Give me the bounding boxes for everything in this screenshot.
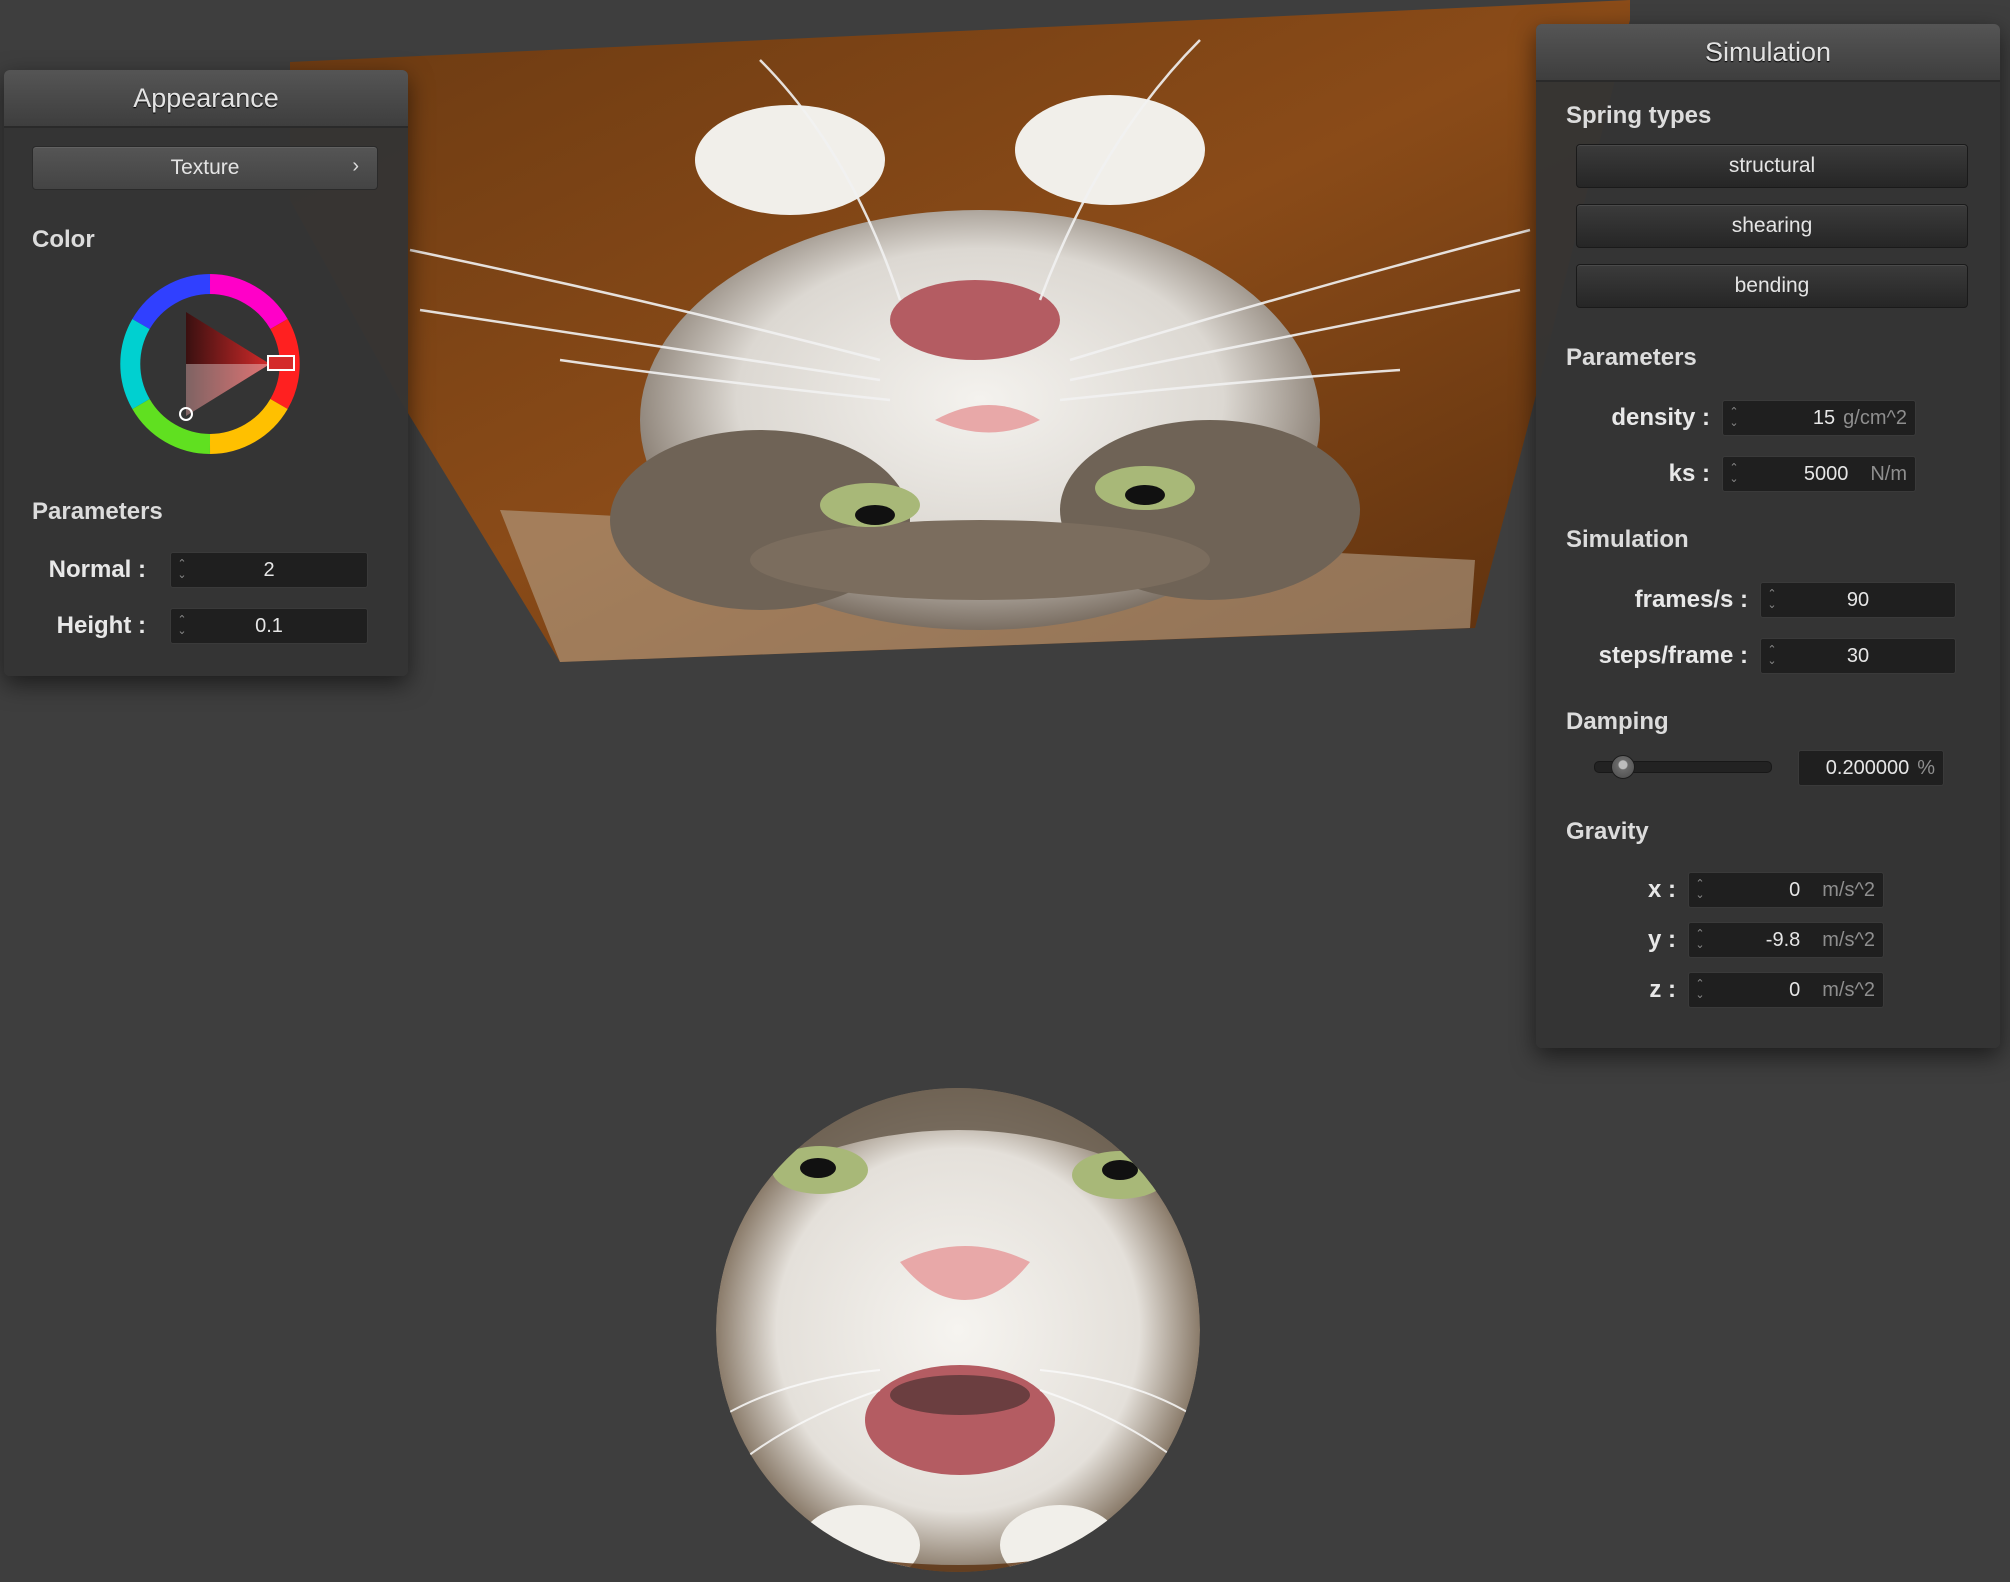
spinner-arrows-icon[interactable]: ⌃ ⌄ xyxy=(1761,583,1783,617)
gravity-x-unit: m/s^2 xyxy=(1822,878,1875,901)
color-wheel[interactable] xyxy=(110,264,310,464)
density-value: 15 xyxy=(1812,406,1836,429)
gravity-x-input[interactable]: ⌃ ⌄ 0 m/s^2 xyxy=(1688,872,1884,908)
texture-button[interactable]: Texture › xyxy=(32,146,378,190)
shearing-button[interactable]: shearing xyxy=(1576,204,1968,248)
gravity-label: Gravity xyxy=(1566,818,1649,845)
gravity-x-value: 0 xyxy=(1789,878,1801,901)
steps-per-frame-input[interactable]: ⌃ ⌄ 30 xyxy=(1760,638,1956,674)
ks-label: ks : xyxy=(1668,460,1710,487)
sim-parameters-label: Parameters xyxy=(1566,344,1697,371)
simulation-panel: Simulation Spring types structural shear… xyxy=(1536,24,2000,1048)
damping-input[interactable]: 0.200000 % xyxy=(1798,750,1944,786)
density-input[interactable]: ⌃ ⌄ 15 g/cm^2 xyxy=(1722,400,1916,436)
simulation-section-label: Simulation xyxy=(1566,526,1689,553)
steps-per-frame-label: steps/frame : xyxy=(1598,642,1748,669)
appearance-panel-title: Appearance xyxy=(4,70,408,128)
gravity-y-label: y : xyxy=(1647,926,1676,953)
normal-input[interactable]: ⌃ ⌄ 2 xyxy=(170,552,368,588)
frames-per-second-input[interactable]: ⌃ ⌄ 90 xyxy=(1760,582,1956,618)
bending-button-label: bending xyxy=(1734,274,1810,297)
ks-value: 5000 xyxy=(1803,462,1849,485)
damping-slider-handle[interactable] xyxy=(1611,755,1636,779)
frames-per-second-label: frames/s : xyxy=(1634,586,1748,613)
hue-selector-handle xyxy=(267,355,295,371)
height-input[interactable]: ⌃ ⌄ 0.1 xyxy=(170,608,368,644)
ks-unit: N/m xyxy=(1870,462,1907,485)
gravity-z-input[interactable]: ⌃ ⌄ 0 m/s^2 xyxy=(1688,972,1884,1008)
sphere-collider xyxy=(716,1088,1200,1572)
damping-label: Damping xyxy=(1566,708,1669,735)
3d-viewport[interactable]: Appearance Texture › Color Parameters No… xyxy=(0,0,2010,1582)
gravity-y-value: -9.8 xyxy=(1765,928,1801,951)
bending-button[interactable]: bending xyxy=(1576,264,1968,308)
texture-button-label: Texture xyxy=(170,156,240,179)
density-unit: g/cm^2 xyxy=(1843,406,1907,429)
gravity-z-label: z : xyxy=(1649,976,1676,1003)
spinner-arrows-icon[interactable]: ⌃ ⌄ xyxy=(1723,401,1745,435)
structural-button-label: structural xyxy=(1728,154,1816,177)
appearance-parameters-label: Parameters xyxy=(32,498,163,525)
damping-value: 0.200000 xyxy=(1825,756,1910,779)
structural-button[interactable]: structural xyxy=(1576,144,1968,188)
density-label: density : xyxy=(1611,404,1710,431)
spinner-arrows-icon[interactable]: ⌃ ⌄ xyxy=(1689,873,1711,907)
spinner-arrows-icon[interactable]: ⌃ ⌄ xyxy=(1723,457,1745,491)
spinner-arrows-icon[interactable]: ⌃ ⌄ xyxy=(171,609,193,643)
gravity-y-unit: m/s^2 xyxy=(1822,928,1875,951)
frames-per-second-value: 90 xyxy=(1846,588,1870,611)
spinner-arrows-icon[interactable]: ⌃ ⌄ xyxy=(1689,973,1711,1007)
gravity-z-value: 0 xyxy=(1789,978,1801,1001)
spinner-arrows-icon[interactable]: ⌃ ⌄ xyxy=(1761,639,1783,673)
shearing-button-label: shearing xyxy=(1731,214,1813,237)
gravity-x-label: x : xyxy=(1647,876,1676,903)
ks-input[interactable]: ⌃ ⌄ 5000 N/m xyxy=(1722,456,1916,492)
damping-unit: % xyxy=(1917,756,1935,779)
gravity-y-input[interactable]: ⌃ ⌄ -9.8 m/s^2 xyxy=(1688,922,1884,958)
spinner-arrows-icon[interactable]: ⌃ ⌄ xyxy=(171,553,193,587)
normal-label: Normal : xyxy=(48,556,146,583)
height-value: 0.1 xyxy=(255,614,283,637)
height-label: Height : xyxy=(56,612,146,639)
normal-value: 2 xyxy=(263,558,275,581)
chevron-right-icon: › xyxy=(352,155,359,177)
gravity-z-unit: m/s^2 xyxy=(1822,978,1875,1001)
spring-types-label: Spring types xyxy=(1566,102,1712,129)
simulation-panel-title: Simulation xyxy=(1536,24,2000,82)
steps-per-frame-value: 30 xyxy=(1846,644,1870,667)
spinner-arrows-icon[interactable]: ⌃ ⌄ xyxy=(1689,923,1711,957)
color-section-label: Color xyxy=(32,226,95,253)
appearance-panel: Appearance Texture › Color Parameters No… xyxy=(4,70,408,676)
